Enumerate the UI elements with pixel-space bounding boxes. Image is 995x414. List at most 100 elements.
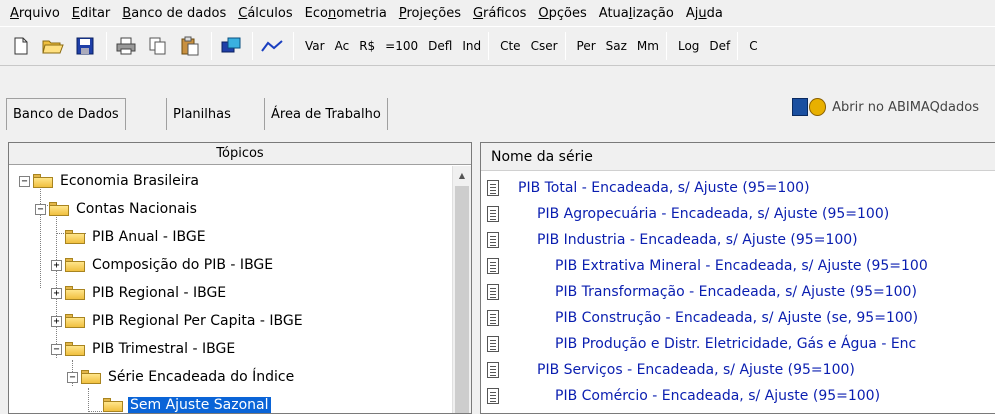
- menu-editar-key: E: [71, 5, 80, 21]
- toolbar-per-button[interactable]: Per: [572, 39, 601, 53]
- toolbar-mm-button[interactable]: Mm: [632, 39, 664, 53]
- menu-calculos-label: álculos: [247, 5, 293, 21]
- toolbar-c-button[interactable]: C: [744, 39, 762, 53]
- toolbar-ac-button[interactable]: Ac: [330, 39, 355, 53]
- toolbar-separator: [488, 32, 490, 60]
- expand-icon[interactable]: +: [51, 287, 62, 299]
- collapse-icon[interactable]: −: [51, 343, 62, 355]
- paste-icon[interactable]: [177, 33, 203, 59]
- tree-node-label: Contas Nacionais: [76, 201, 197, 217]
- menu-atualizacao-label: ização: [632, 5, 674, 21]
- toolbar-separator: [564, 32, 566, 60]
- collapse-icon[interactable]: −: [35, 203, 46, 215]
- open-folder-icon[interactable]: [40, 33, 66, 59]
- series-row[interactable]: PIB Industria - Encadeada, s/ Ajuste (95…: [481, 227, 995, 253]
- tree-node-label: PIB Regional Per Capita - IBGE: [92, 313, 303, 329]
- document-icon: [487, 180, 499, 196]
- menu-projecoes[interactable]: Projeções: [395, 6, 469, 21]
- series-row[interactable]: PIB Total - Encadeada, s/ Ajuste (95=100…: [481, 175, 995, 201]
- menu-econometria-label: ometria: [336, 5, 387, 21]
- series-row[interactable]: PIB Agropecuária - Encadeada, s/ Ajuste …: [481, 201, 995, 227]
- series-row[interactable]: PIB Produção e Distr. Eletricidade, Gás …: [481, 331, 995, 357]
- toolbar-log-button[interactable]: Log: [673, 39, 704, 53]
- series-label: PIB Total - Encadeada, s/ Ajuste (95=100…: [518, 180, 810, 196]
- menu-editar[interactable]: Editar: [68, 6, 119, 21]
- topics-tree: − Economia Brasileira − Contas Nacionais…: [9, 166, 453, 413]
- folder-icon: [103, 398, 123, 412]
- new-document-icon[interactable]: [8, 33, 34, 59]
- series-label: PIB Serviços - Encadeada, s/ Ajuste (95=…: [537, 362, 855, 378]
- tree-node-label: Economia Brasileira: [60, 173, 199, 189]
- menu-atualizacao[interactable]: Atualização: [595, 6, 682, 21]
- menu-econometria[interactable]: Econometria: [301, 6, 395, 21]
- menu-graficos-label: ráficos: [483, 5, 527, 21]
- expand-icon[interactable]: +: [51, 259, 62, 271]
- series-row[interactable]: PIB Extrativa Mineral - Encadeada, s/ Aj…: [481, 253, 995, 279]
- abimaq-link-label: Abrir no ABIMAQdados: [832, 99, 979, 115]
- toolbar-var-button[interactable]: Var: [300, 39, 330, 53]
- folder-icon: [49, 202, 69, 216]
- toolbar-separator: [293, 32, 294, 60]
- toolbar-def-button[interactable]: Def: [704, 39, 735, 53]
- toolbar-separator: [106, 32, 107, 60]
- topics-header: Tópicos: [9, 143, 471, 165]
- tree-node-pib-regional[interactable]: + PIB Regional - IBGE: [51, 282, 228, 304]
- toolbar-defl-button[interactable]: Defl: [423, 39, 457, 53]
- tab-banco-de-dados[interactable]: Banco de Dados: [6, 98, 126, 130]
- abimaq-link[interactable]: Abrir no ABIMAQdados: [792, 98, 979, 116]
- series-label: PIB Industria - Encadeada, s/ Ajuste (95…: [537, 232, 858, 248]
- topics-scrollbar[interactable]: ▲: [452, 166, 471, 413]
- copy-icon[interactable]: [145, 33, 171, 59]
- tab-planilhas[interactable]: Planilhas: [166, 98, 237, 130]
- tree-node-contas-nacionais[interactable]: − Contas Nacionais: [35, 198, 199, 220]
- menu-ajuda[interactable]: Ajuda: [682, 6, 731, 21]
- save-icon[interactable]: [72, 33, 98, 59]
- toolbar-ind-button[interactable]: Ind: [457, 39, 486, 53]
- scroll-thumb[interactable]: [455, 186, 469, 413]
- tree-node-sem-ajuste-sazonal[interactable]: Sem Ajuste Sazonal: [103, 394, 271, 413]
- menu-atualizacao-pre: Atua: [598, 5, 629, 21]
- document-icon: [487, 284, 499, 300]
- toolbar-cser-button[interactable]: Cser: [526, 39, 563, 53]
- menu-banco-de-dados[interactable]: Banco de dados: [118, 6, 234, 21]
- tree-node-composicao-pib[interactable]: + Composição do PIB - IBGE: [51, 254, 275, 276]
- series-row[interactable]: PIB Construção - Encadeada, s/ Ajuste (s…: [481, 305, 995, 331]
- document-icon: [487, 336, 499, 352]
- menu-arquivo[interactable]: Arquivo: [6, 6, 68, 21]
- menu-opcoes-key: O: [538, 5, 549, 21]
- tree-node-label: PIB Regional - IBGE: [92, 285, 227, 301]
- menu-opcoes-label: pções: [548, 5, 587, 21]
- menu-opcoes[interactable]: Opções: [534, 6, 594, 21]
- menu-graficos-key: G: [472, 5, 484, 21]
- menu-bar: Arquivo Editar Banco de dados Cálculos E…: [0, 0, 995, 26]
- tree-node-serie-encadeada[interactable]: − Série Encadeada do Índice: [67, 366, 296, 388]
- series-label: PIB Agropecuária - Encadeada, s/ Ajuste …: [537, 206, 890, 222]
- folder-icon: [65, 230, 85, 244]
- series-header: Nome da série: [481, 143, 995, 171]
- scroll-up-icon[interactable]: ▲: [453, 166, 471, 184]
- series-row[interactable]: PIB Serviços - Encadeada, s/ Ajuste (95=…: [481, 357, 995, 383]
- toolbar-cte-button[interactable]: Cte: [495, 39, 525, 53]
- tab-area-de-trabalho[interactable]: Área de Trabalho: [264, 98, 388, 130]
- collapse-icon[interactable]: −: [67, 371, 78, 383]
- print-icon[interactable]: [113, 33, 139, 59]
- series-row[interactable]: PIB Transformação - Encadeada, s/ Ajuste…: [481, 279, 995, 305]
- folder-icon: [65, 258, 85, 272]
- collapse-icon[interactable]: −: [19, 175, 30, 187]
- tree-node-economia-brasileira[interactable]: − Economia Brasileira: [19, 170, 201, 192]
- tree-node-pib-regional-per-capita[interactable]: + PIB Regional Per Capita - IBGE: [51, 310, 305, 332]
- series-row[interactable]: PIB Comércio - Encadeada, s/ Ajuste (95=…: [481, 383, 995, 409]
- menu-calculos[interactable]: Cálculos: [234, 6, 300, 21]
- series-label: PIB Extrativa Mineral - Encadeada, s/ Aj…: [555, 258, 928, 274]
- tree-node-pib-trimestral[interactable]: − PIB Trimestral - IBGE: [51, 338, 237, 360]
- tree-node-label: PIB Anual - IBGE: [92, 229, 206, 245]
- line-chart-icon[interactable]: [259, 33, 285, 59]
- expand-icon[interactable]: +: [51, 315, 62, 327]
- series-panel: Nome da série PIB Total - Encadeada, s/ …: [480, 142, 995, 414]
- window-icon[interactable]: [218, 33, 244, 59]
- toolbar-saz-button[interactable]: Saz: [601, 39, 632, 53]
- tree-node-pib-anual[interactable]: PIB Anual - IBGE: [65, 226, 208, 248]
- menu-graficos[interactable]: Gráficos: [469, 6, 534, 21]
- toolbar-rs-button[interactable]: R$: [354, 39, 380, 53]
- toolbar-base100-button[interactable]: =100: [380, 39, 423, 53]
